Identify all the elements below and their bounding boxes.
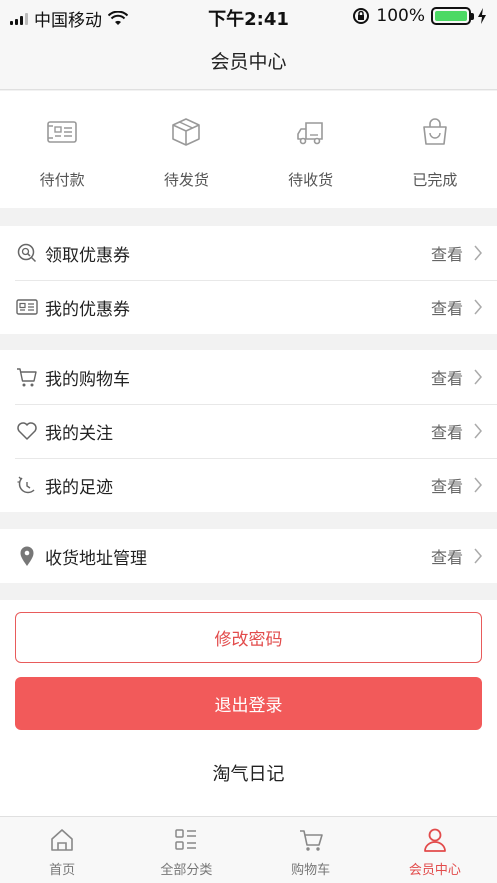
page-title: 会员中心 [210, 51, 287, 73]
battery-icon [431, 7, 474, 25]
view-link[interactable]: 查看 [431, 365, 463, 389]
user-icon [423, 828, 446, 852]
menu-item-my-cart[interactable]: 我的购物车 查看 [0, 350, 497, 404]
footer-brand-text: 淘气日记 [0, 730, 497, 816]
status-right: 100% [352, 6, 487, 26]
tab-label: 首页 [49, 863, 76, 878]
tab-bar: 首页 全部分类 购物车 会员中心 [0, 816, 497, 883]
menu-item-my-footprints[interactable]: 我的足迹 查看 [0, 458, 497, 512]
order-pending-receipt[interactable]: 待收货 [249, 91, 373, 208]
location-pin-icon [15, 544, 39, 568]
order-status-row: 待付款 待发货 待收货 已完成 [0, 91, 497, 208]
menu-label: 我的足迹 [45, 477, 113, 498]
view-link[interactable]: 查看 [431, 295, 463, 319]
tab-member-center[interactable]: 会员中心 [373, 817, 497, 883]
chevron-right-icon [474, 369, 482, 385]
footprint-icon [15, 473, 39, 497]
tab-categories[interactable]: 全部分类 [124, 817, 248, 883]
order-completed[interactable]: 已完成 [373, 91, 497, 208]
menu-item-my-coupons[interactable]: 我的优惠券 查看 [0, 280, 497, 334]
menu-label: 我的优惠券 [45, 299, 130, 320]
order-pending-shipment[interactable]: 待发货 [124, 91, 248, 208]
view-link[interactable]: 查看 [431, 241, 463, 265]
order-label: 待收货 [288, 171, 334, 189]
cart-icon [15, 365, 39, 389]
menu-item-get-coupons[interactable]: 领取优惠券 查看 [0, 226, 497, 280]
battery-percent: 100% [376, 6, 425, 26]
bag-icon [423, 118, 447, 145]
rotation-lock-icon [353, 8, 370, 24]
tab-label: 购物车 [291, 863, 331, 878]
heart-icon [15, 419, 39, 443]
menu-label: 领取优惠券 [45, 245, 130, 266]
view-link[interactable]: 查看 [431, 419, 463, 443]
menu-label: 我的购物车 [45, 369, 130, 390]
nav-bar: 会员中心 [0, 32, 497, 90]
menu-item-my-follows[interactable]: 我的关注 查看 [0, 404, 497, 458]
order-label: 待发货 [163, 171, 209, 189]
address-menu-group: 收货地址管理 查看 [0, 529, 497, 583]
order-label: 待付款 [39, 171, 85, 189]
chevron-right-icon [474, 477, 482, 493]
menu-item-address-management[interactable]: 收货地址管理 查看 [0, 529, 497, 583]
order-label: 已完成 [412, 171, 458, 189]
category-icon [175, 829, 197, 850]
truck-icon [296, 122, 323, 145]
chevron-right-icon [474, 299, 482, 315]
view-link[interactable]: 查看 [431, 473, 463, 497]
tab-home[interactable]: 首页 [0, 817, 124, 883]
chevron-right-icon [474, 548, 482, 564]
chevron-right-icon [474, 423, 482, 439]
view-link[interactable]: 查看 [431, 544, 463, 568]
menu-label: 我的关注 [45, 423, 113, 444]
tab-label: 全部分类 [160, 863, 213, 878]
coupon-menu-group: 领取优惠券 查看 我的优惠券 查看 [0, 226, 497, 334]
home-icon [51, 829, 73, 851]
charging-icon [478, 8, 486, 24]
menu-label: 收货地址管理 [45, 548, 147, 569]
change-password-button[interactable]: 修改密码 [15, 612, 482, 663]
coupon-card-icon [15, 295, 39, 319]
tab-cart[interactable]: 购物车 [249, 817, 373, 883]
tab-label: 会员中心 [408, 863, 461, 878]
status-bar: 中国移动 下午2:41 100% [0, 0, 497, 32]
box-icon [172, 118, 201, 146]
order-pending-payment[interactable]: 待付款 [0, 91, 124, 208]
chevron-right-icon [474, 245, 482, 261]
logout-button[interactable]: 退出登录 [15, 677, 482, 730]
cart-icon [299, 830, 323, 851]
account-actions: 修改密码 退出登录 [0, 600, 497, 730]
coupon-search-icon [15, 241, 39, 265]
wallet-card-icon [47, 121, 77, 143]
shopping-menu-group: 我的购物车 查看 我的关注 查看 我的足迹 查看 [0, 350, 497, 512]
